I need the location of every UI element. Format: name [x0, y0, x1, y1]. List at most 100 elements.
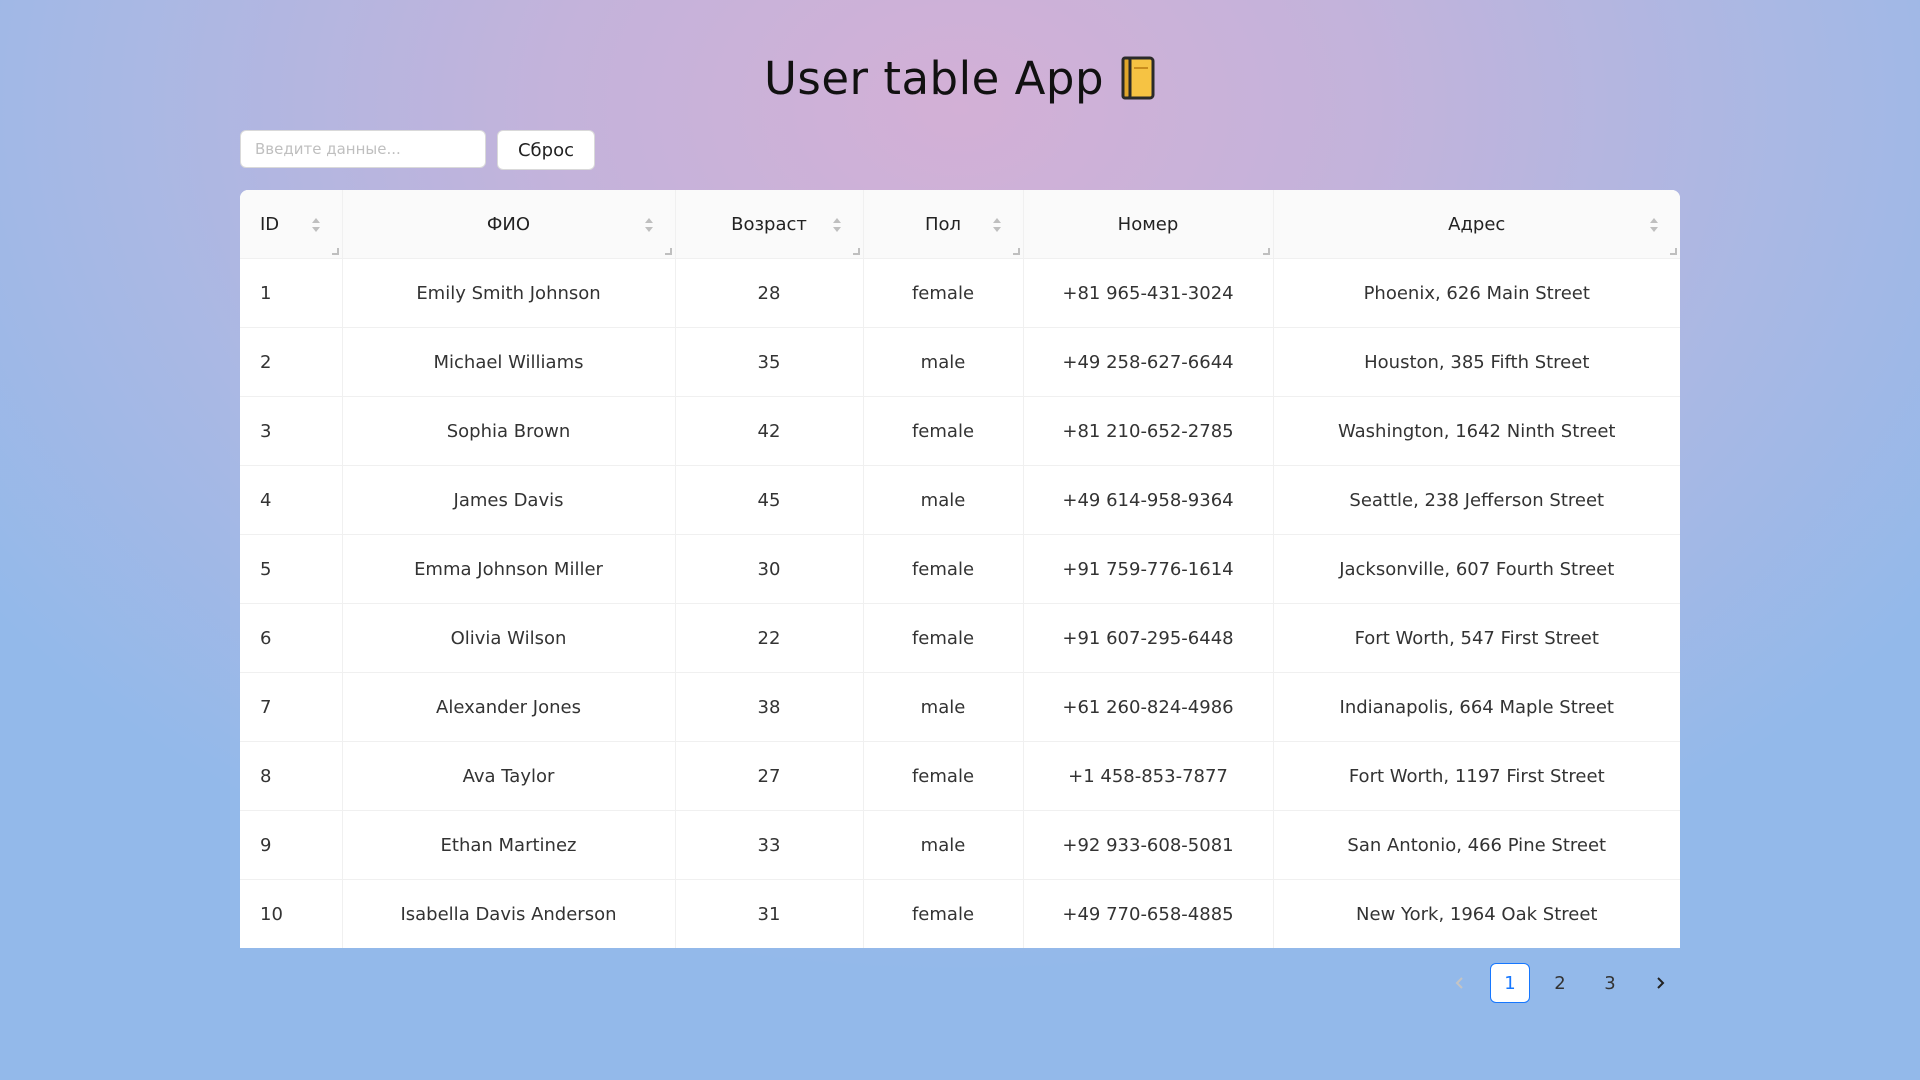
table-header-row: ID ФИО Возраст Пол Номер Адрес [240, 190, 1680, 259]
cell-id: 8 [240, 741, 343, 811]
table-row[interactable]: 10 Isabella Davis Anderson 31 female +49… [240, 879, 1680, 948]
cell-phone: +91 607-295-6448 [1023, 603, 1274, 673]
column-header-phone[interactable]: Номер [1023, 190, 1274, 259]
cell-address: New York, 1964 Oak Street [1273, 879, 1680, 948]
cell-id: 5 [240, 534, 343, 604]
cell-id: 9 [240, 810, 343, 880]
cell-age: 33 [675, 810, 864, 880]
cell-name: James Davis [342, 465, 676, 535]
cell-phone: +81 210-652-2785 [1023, 396, 1274, 466]
search-input[interactable] [240, 130, 486, 168]
column-header-gender[interactable]: Пол [863, 190, 1024, 259]
sort-icon[interactable] [643, 216, 655, 234]
cell-phone: +1 458-853-7877 [1023, 741, 1274, 811]
cell-id: 1 [240, 258, 343, 328]
table-row[interactable]: 5 Emma Johnson Miller 30 female +91 759-… [240, 534, 1680, 604]
cell-gender: male [863, 810, 1024, 880]
table-row[interactable]: 9 Ethan Martinez 33 male +92 933-608-508… [240, 810, 1680, 880]
sort-icon[interactable] [1648, 216, 1660, 234]
column-header-label: ID [260, 213, 280, 235]
cell-age: 42 [675, 396, 864, 466]
pagination: 1 2 3 [1440, 963, 1680, 1003]
cell-id: 4 [240, 465, 343, 535]
cell-phone: +49 770-658-4885 [1023, 879, 1274, 948]
page-button-1[interactable]: 1 [1490, 963, 1530, 1003]
column-header-label: Номер [1117, 213, 1179, 235]
cell-id: 6 [240, 603, 343, 673]
cell-address: Phoenix, 626 Main Street [1273, 258, 1680, 328]
cell-id: 3 [240, 396, 343, 466]
cell-name: Ethan Martinez [342, 810, 676, 880]
cell-gender: female [863, 879, 1024, 948]
cell-age: 31 [675, 879, 864, 948]
reset-button[interactable]: Сброс [497, 130, 595, 170]
cell-gender: female [863, 534, 1024, 604]
cell-gender: female [863, 258, 1024, 328]
resize-handle-icon[interactable] [1262, 248, 1270, 255]
cell-age: 45 [675, 465, 864, 535]
cell-address: Washington, 1642 Ninth Street [1273, 396, 1680, 466]
cell-age: 35 [675, 327, 864, 397]
toolbar: Сброс [240, 130, 595, 170]
cell-gender: male [863, 327, 1024, 397]
book-icon [1121, 56, 1155, 100]
table-row[interactable]: 7 Alexander Jones 38 male +61 260-824-49… [240, 672, 1680, 742]
cell-age: 38 [675, 672, 864, 742]
cell-address: Fort Worth, 1197 First Street [1273, 741, 1680, 811]
prev-page-button[interactable] [1440, 963, 1480, 1003]
cell-phone: +91 759-776-1614 [1023, 534, 1274, 604]
sort-icon[interactable] [991, 216, 1003, 234]
sort-icon[interactable] [310, 216, 322, 234]
resize-handle-icon[interactable] [852, 248, 860, 255]
cell-gender: male [863, 672, 1024, 742]
cell-name: Emma Johnson Miller [342, 534, 676, 604]
user-table: ID ФИО Возраст Пол Номер Адрес 1 Emily S… [240, 190, 1680, 948]
column-header-age[interactable]: Возраст [675, 190, 864, 259]
cell-name: Sophia Brown [342, 396, 676, 466]
resize-handle-icon[interactable] [664, 248, 672, 255]
column-header-id[interactable]: ID [240, 190, 343, 259]
column-header-label: Адрес [1448, 213, 1506, 235]
cell-gender: male [863, 465, 1024, 535]
table-row[interactable]: 1 Emily Smith Johnson 28 female +81 965-… [240, 258, 1680, 328]
cell-address: San Antonio, 466 Pine Street [1273, 810, 1680, 880]
resize-handle-icon[interactable] [331, 248, 339, 255]
cell-gender: female [863, 603, 1024, 673]
cell-phone: +49 614-958-9364 [1023, 465, 1274, 535]
resize-handle-icon[interactable] [1670, 248, 1677, 255]
cell-name: Alexander Jones [342, 672, 676, 742]
cell-age: 27 [675, 741, 864, 811]
cell-phone: +61 260-824-4986 [1023, 672, 1274, 742]
cell-name: Olivia Wilson [342, 603, 676, 673]
cell-phone: +92 933-608-5081 [1023, 810, 1274, 880]
cell-id: 7 [240, 672, 343, 742]
table-row[interactable]: 3 Sophia Brown 42 female +81 210-652-278… [240, 396, 1680, 466]
page-button-3[interactable]: 3 [1590, 963, 1630, 1003]
table-row[interactable]: 2 Michael Williams 35 male +49 258-627-6… [240, 327, 1680, 397]
cell-address: Houston, 385 Fifth Street [1273, 327, 1680, 397]
chevron-left-icon [1455, 977, 1463, 989]
cell-name: Isabella Davis Anderson [342, 879, 676, 948]
table-row[interactable]: 6 Olivia Wilson 22 female +91 607-295-64… [240, 603, 1680, 673]
table-row[interactable]: 8 Ava Taylor 27 female +1 458-853-7877 F… [240, 741, 1680, 811]
cell-age: 30 [675, 534, 864, 604]
page-title-text: User table App [763, 52, 1105, 105]
sort-icon[interactable] [831, 216, 843, 234]
next-page-button[interactable] [1640, 963, 1680, 1003]
column-header-address[interactable]: Адрес [1273, 190, 1680, 259]
cell-id: 10 [240, 879, 343, 948]
cell-address: Fort Worth, 547 First Street [1273, 603, 1680, 673]
cell-address: Indianapolis, 664 Maple Street [1273, 672, 1680, 742]
table-row[interactable]: 4 James Davis 45 male +49 614-958-9364 S… [240, 465, 1680, 535]
column-header-label: Пол [924, 213, 962, 235]
column-header-name[interactable]: ФИО [342, 190, 676, 259]
resize-handle-icon[interactable] [1012, 248, 1020, 255]
cell-age: 22 [675, 603, 864, 673]
cell-name: Emily Smith Johnson [342, 258, 676, 328]
cell-phone: +49 258-627-6644 [1023, 327, 1274, 397]
page-button-2[interactable]: 2 [1540, 963, 1580, 1003]
cell-age: 28 [675, 258, 864, 328]
column-header-label: Возраст [731, 213, 807, 235]
cell-phone: +81 965-431-3024 [1023, 258, 1274, 328]
cell-name: Michael Williams [342, 327, 676, 397]
